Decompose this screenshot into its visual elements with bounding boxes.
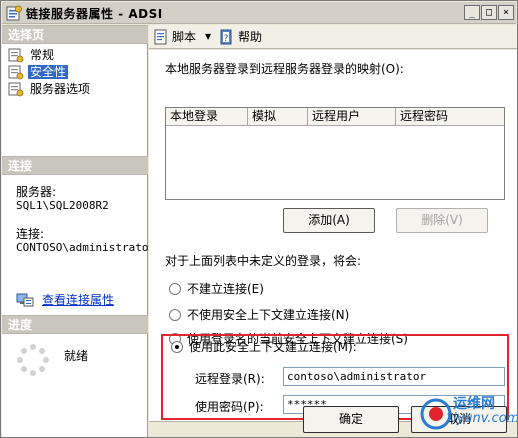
page-icon — [8, 82, 24, 97]
progress-header: 进度 — [2, 315, 148, 334]
connection-info: 服务器: SQL1\SQL2008R2 连接: CONTOSO\administ… — [16, 185, 156, 255]
connection-header: 连接 — [2, 156, 148, 175]
script-label: 脚本 — [172, 30, 197, 44]
radio-label: 使用此安全上下文建立连接(M): — [189, 340, 357, 354]
column-remote-user[interactable]: 远程用户 — [308, 108, 396, 126]
right-pane: 脚本 ▼ ? 帮助 本地服务器登录到远程服务器登录的映射(O): 本地登录 模拟… — [149, 25, 517, 437]
view-connection-properties-text[interactable]: 查看连接属性 — [42, 291, 114, 309]
radio-button[interactable] — [169, 309, 181, 321]
radio-button-selected[interactable] — [171, 341, 183, 353]
radio-label: 不使用安全上下文建立连接(N) — [187, 308, 350, 322]
page-item-label: 安全性 — [28, 65, 69, 79]
add-button[interactable]: 添加(A) — [283, 208, 375, 233]
watermark-url: iyunv.com — [453, 411, 518, 426]
page-list: 常规 安全性 服务器选项 — [8, 47, 92, 98]
svg-text:?: ? — [224, 34, 229, 44]
watermark: 运维网 iyunv.com — [419, 393, 518, 437]
properties-icon — [6, 5, 22, 21]
toolbar: 脚本 ▼ ? 帮助 — [149, 25, 517, 49]
close-button[interactable]: × — [498, 5, 514, 20]
page-item-security[interactable]: 安全性 — [8, 64, 92, 81]
title-bar[interactable]: 链接服务器属性 - ADSI _ □ × — [2, 2, 516, 24]
password-label: 使用密码(P): — [195, 400, 264, 414]
maximize-button[interactable]: □ — [481, 5, 497, 20]
help-icon: ? — [220, 29, 232, 45]
column-impersonate[interactable]: 模拟 — [248, 108, 308, 126]
linked-server-properties-dialog: 链接服务器属性 - ADSI _ □ × 选择页 常规 安全性 服务器选项 连接… — [0, 0, 518, 438]
security-page: 本地服务器登录到远程服务器登录的映射(O): 本地登录 模拟 远程用户 远程密码… — [149, 50, 517, 422]
help-button[interactable]: ? 帮助 — [219, 29, 273, 45]
minimize-button[interactable]: _ — [464, 5, 480, 20]
help-label: 帮助 — [238, 30, 263, 44]
pages-header: 选择页 — [2, 25, 148, 44]
page-item-label: 常规 — [30, 48, 55, 62]
progress-status: 就绪 — [64, 349, 89, 363]
connection-label: 连接: — [16, 227, 45, 241]
column-local-login[interactable]: 本地登录 — [166, 108, 248, 126]
page-item-server-options[interactable]: 服务器选项 — [8, 81, 92, 98]
login-mapping-label: 本地服务器登录到远程服务器登录的映射(O): — [165, 62, 404, 76]
column-remote-password[interactable]: 远程密码 — [396, 108, 504, 126]
connection-properties-icon — [16, 293, 34, 307]
connection-value: CONTOSO\administrator — [16, 241, 156, 254]
chevron-down-icon[interactable]: ▼ — [205, 29, 211, 45]
server-value: SQL1\SQL2008R2 — [16, 199, 109, 212]
window-title: 链接服务器属性 - ADSI — [26, 7, 163, 21]
radio-button[interactable] — [169, 283, 181, 295]
page-item-general[interactable]: 常规 — [8, 47, 92, 64]
remote-login-label: 远程登录(R): — [195, 372, 265, 386]
ok-button[interactable]: 确定 — [303, 406, 399, 433]
left-pane: 选择页 常规 安全性 服务器选项 连接 服务器: SQL1\SQL2008R2 … — [2, 25, 156, 437]
watermark-logo-icon — [420, 398, 452, 430]
remote-login-input[interactable]: contoso\administrator — [283, 367, 505, 386]
watermark-text: 运维网 — [453, 396, 495, 412]
view-connection-properties-link[interactable]: 查看连接属性 — [16, 291, 146, 309]
undefined-logins-label: 对于上面列表中未定义的登录，将会: — [165, 254, 362, 268]
delete-button[interactable]: 删除(V) — [396, 208, 488, 233]
script-icon — [154, 29, 167, 45]
grid-header: 本地登录 模拟 远程用户 远程密码 — [166, 108, 504, 126]
page-item-label: 服务器选项 — [30, 82, 91, 96]
login-mapping-grid[interactable]: 本地登录 模拟 远程用户 远程密码 — [165, 107, 505, 200]
server-label: 服务器: — [16, 185, 57, 199]
progress-indicator: 就绪 — [16, 343, 146, 391]
progress-spinner-icon — [17, 344, 49, 376]
page-icon — [8, 48, 24, 63]
page-icon — [8, 65, 24, 80]
radio-label: 不建立连接(E) — [187, 282, 264, 296]
